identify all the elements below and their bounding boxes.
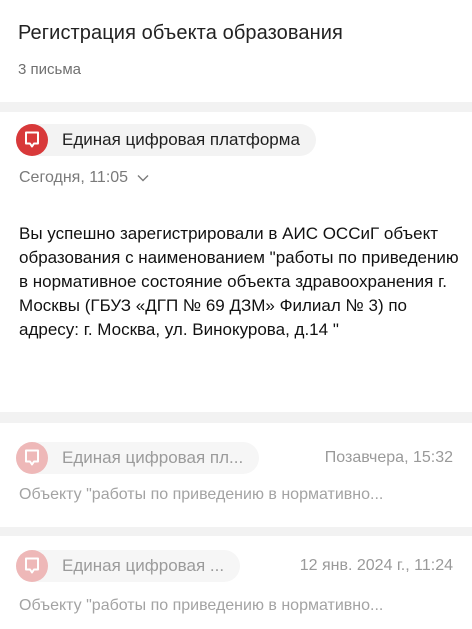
sender-name: Единая цифровая ...: [62, 556, 225, 575]
message-date-toggle[interactable]: Сегодня, 11:05: [19, 168, 149, 188]
message-date: Позавчера, 15:32: [324, 449, 453, 466]
thread-message-count: 3 письма: [18, 61, 81, 78]
message-date: Сегодня, 11:05: [19, 169, 129, 186]
sender-avatar-icon: [16, 550, 48, 582]
message-body: Вы успешно зарегистрировали в АИС ОССиГ …: [19, 224, 459, 339]
chevron-down-icon: [137, 174, 149, 182]
thread-header: Регистрация объекта образования 3 письма: [0, 0, 472, 102]
sender-chip[interactable]: Единая цифровая платформа: [16, 124, 316, 156]
message-preview: Объекту "работы по приведению в норматив…: [19, 597, 384, 614]
thread-title: Регистрация объекта образования: [18, 22, 343, 44]
sender-name: Единая цифровая пл...: [62, 448, 244, 467]
message-collapsed[interactable]: Единая цифровая пл... Позавчера, 15:32 О…: [0, 423, 472, 527]
message-collapsed[interactable]: Единая цифровая ... 12 янв. 2024 г., 11:…: [0, 536, 472, 629]
message-preview: Объекту "работы по приведению в норматив…: [19, 486, 384, 503]
message-date: 12 янв. 2024 г., 11:24: [299, 557, 453, 574]
sender-avatar-icon: [16, 124, 48, 156]
sender-chip[interactable]: Единая цифровая ...: [16, 550, 241, 582]
message-expanded: Единая цифровая платформа Сегодня, 11:05…: [0, 112, 472, 412]
sender-name: Единая цифровая платформа: [62, 130, 300, 149]
sender-chip[interactable]: Единая цифровая пл...: [16, 442, 260, 474]
sender-avatar-icon: [16, 442, 48, 474]
